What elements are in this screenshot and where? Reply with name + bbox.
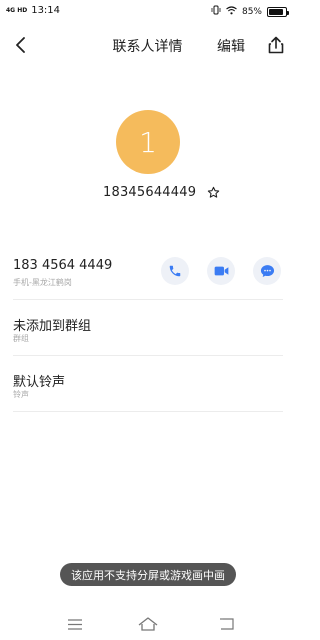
avatar-initial: 1 [139,125,157,159]
ringtone-subtitle: 铃声 [13,390,29,399]
call-button[interactable] [161,257,189,285]
status-left: 4G HD 13:14 [6,5,60,16]
home-icon [138,617,158,631]
phone-icon [169,265,181,277]
avatar: 1 [116,110,180,174]
video-icon [214,266,228,276]
ringtone-label: 默认铃声 [13,375,66,390]
toast-text: 该应用不支持分屏或游戏画中画 [71,568,225,582]
video-call-button[interactable] [207,257,235,285]
favorite-button[interactable] [206,185,220,199]
page-title: 联系人详情 [112,39,183,55]
menu-icon [68,618,82,630]
edit-button[interactable]: 编辑 [217,36,245,56]
home-button[interactable] [136,614,160,634]
battery-percent: 85% [241,6,262,17]
status-bar: 4G HD 13:14 85% [0,0,295,24]
toast-message: 该应用不支持分屏或游戏画中画 [60,563,236,586]
group-label: 未添加到群组 [13,319,92,334]
share-icon [268,36,284,54]
back-button[interactable] [10,34,32,56]
contact-detail-screen: 4G HD 13:14 85% 联系人详情 编辑 1 18345644449 1… [0,0,295,640]
back-icon [219,618,234,630]
wifi-icon [226,5,237,18]
vibrate-icon [211,5,221,18]
phone-row[interactable]: 183 4564 4449 手机-黑龙江鹤岗 [13,255,283,300]
menu-button[interactable] [63,614,87,634]
message-icon [260,265,274,277]
star-outline-icon [207,186,219,198]
phone-location: 手机-黑龙江鹤岗 [13,278,72,287]
battery-fill [269,8,283,15]
back-arrow-icon [16,37,25,53]
message-button[interactable] [253,257,281,285]
group-subtitle: 群组 [13,334,29,343]
status-time: 13:14 [31,5,61,16]
status-right: 85% [211,5,289,18]
navigation-bar [0,610,295,640]
share-button[interactable] [266,34,286,56]
group-row[interactable]: 未添加到群组 群组 [13,312,283,356]
contact-name: 18345644449 [103,185,197,200]
phone-number: 183 4564 4449 [13,258,113,273]
battery-icon [267,6,289,17]
ringtone-row[interactable]: 默认铃声 铃声 [13,368,283,412]
signal-label: 4G HD [6,6,28,14]
back-nav-button[interactable] [214,614,238,634]
header: 联系人详情 编辑 [0,28,295,62]
